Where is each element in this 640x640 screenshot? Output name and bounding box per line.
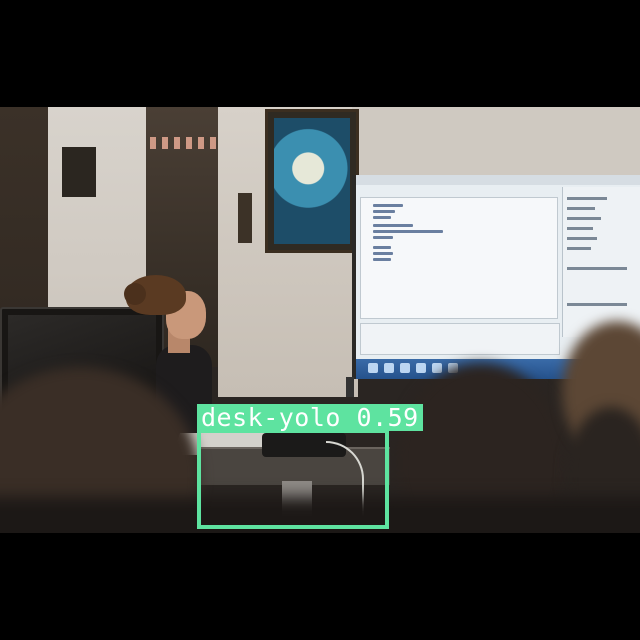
small-frame bbox=[238, 193, 252, 243]
projected-side-panel bbox=[562, 187, 640, 337]
projected-properties-bar bbox=[360, 323, 560, 355]
ceiling-lights bbox=[150, 137, 216, 149]
wall-sign bbox=[62, 147, 96, 197]
hair-bun bbox=[124, 283, 146, 305]
detection-box bbox=[197, 429, 389, 529]
painting bbox=[265, 109, 359, 253]
projected-code-editor bbox=[360, 197, 558, 319]
detection-label: desk-yolo 0.59 bbox=[197, 404, 423, 431]
screen-stand bbox=[346, 377, 354, 397]
projected-menubar bbox=[356, 175, 640, 185]
